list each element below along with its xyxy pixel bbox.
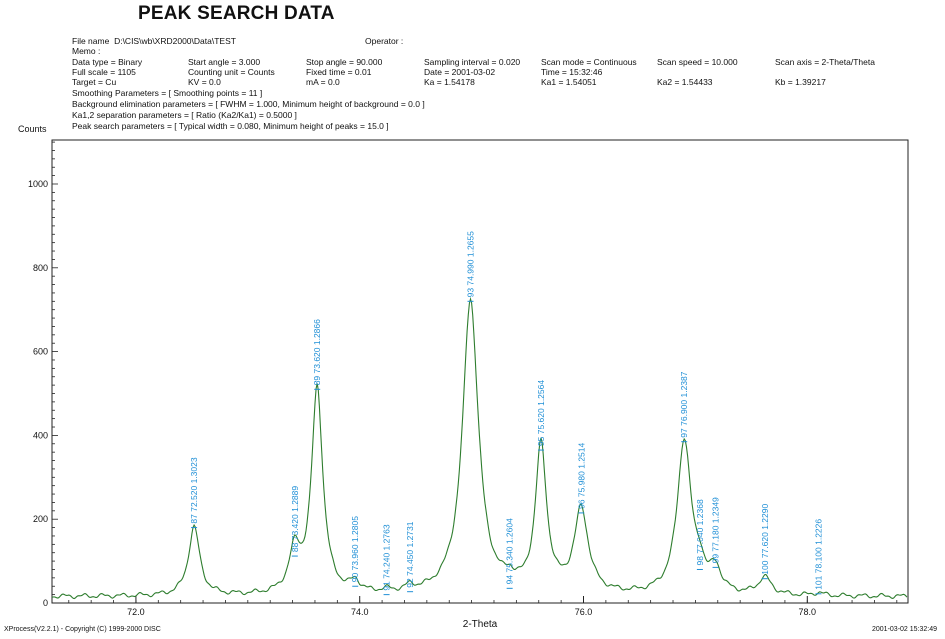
peak-label: 99 77.180 1.2349 <box>711 497 721 563</box>
peak-label: 100 77.620 1.2290 <box>760 504 770 575</box>
peak-label: 98 77.040 1.2368 <box>695 499 705 565</box>
peak-chart: 0 200 400 600 800 1000 72.0 74.0 76.0 78.0 2-Theta… <box>28 139 909 630</box>
peak-label: 89 73.620 1.2866 <box>312 319 322 385</box>
peak-label: 101 78.100 1.2226 <box>813 519 823 590</box>
peak-label: 88 73.420 1.2889 <box>290 486 300 552</box>
footer-copyright: XProcess(V2.2.1) - Copyright (C) 1999-20… <box>4 626 161 633</box>
peak-label: 93 74.990 1.2655 <box>465 231 475 297</box>
diffraction-profile-line <box>51 296 908 600</box>
peak-label: 91 74.240 1.2763 <box>382 524 392 590</box>
y-tick-label: 200 <box>33 514 48 524</box>
footer-timestamp: 2001-03-02 15:32:49 <box>872 626 937 633</box>
plot-frame <box>51 139 909 604</box>
peak-label: 87 72.520 1.3023 <box>189 457 199 523</box>
y-tick-label: 1000 <box>28 179 48 189</box>
x-tick-label: 78.0 <box>799 607 817 617</box>
peak-label: 92 74.450 1.2731 <box>405 521 415 587</box>
peak-label: 90 73.960 1.2805 <box>350 516 360 582</box>
peak-label: 95 75.620 1.2564 <box>536 380 546 446</box>
x-axis-label: 2-Theta <box>463 619 498 630</box>
y-tick-label: 0 <box>43 598 48 608</box>
y-tick-label: 600 <box>33 347 48 357</box>
peak-label: 96 75.980 1.2514 <box>576 442 586 508</box>
x-tick-label: 72.0 <box>127 607 145 617</box>
x-tick-label: 74.0 <box>351 607 369 617</box>
y-tick-label: 800 <box>33 263 48 273</box>
peak-label: 97 76.900 1.2387 <box>679 371 689 437</box>
peak-label: 94 75.340 1.2604 <box>505 518 515 584</box>
x-tick-label: 76.0 <box>575 607 593 617</box>
y-tick-label: 400 <box>33 430 48 440</box>
